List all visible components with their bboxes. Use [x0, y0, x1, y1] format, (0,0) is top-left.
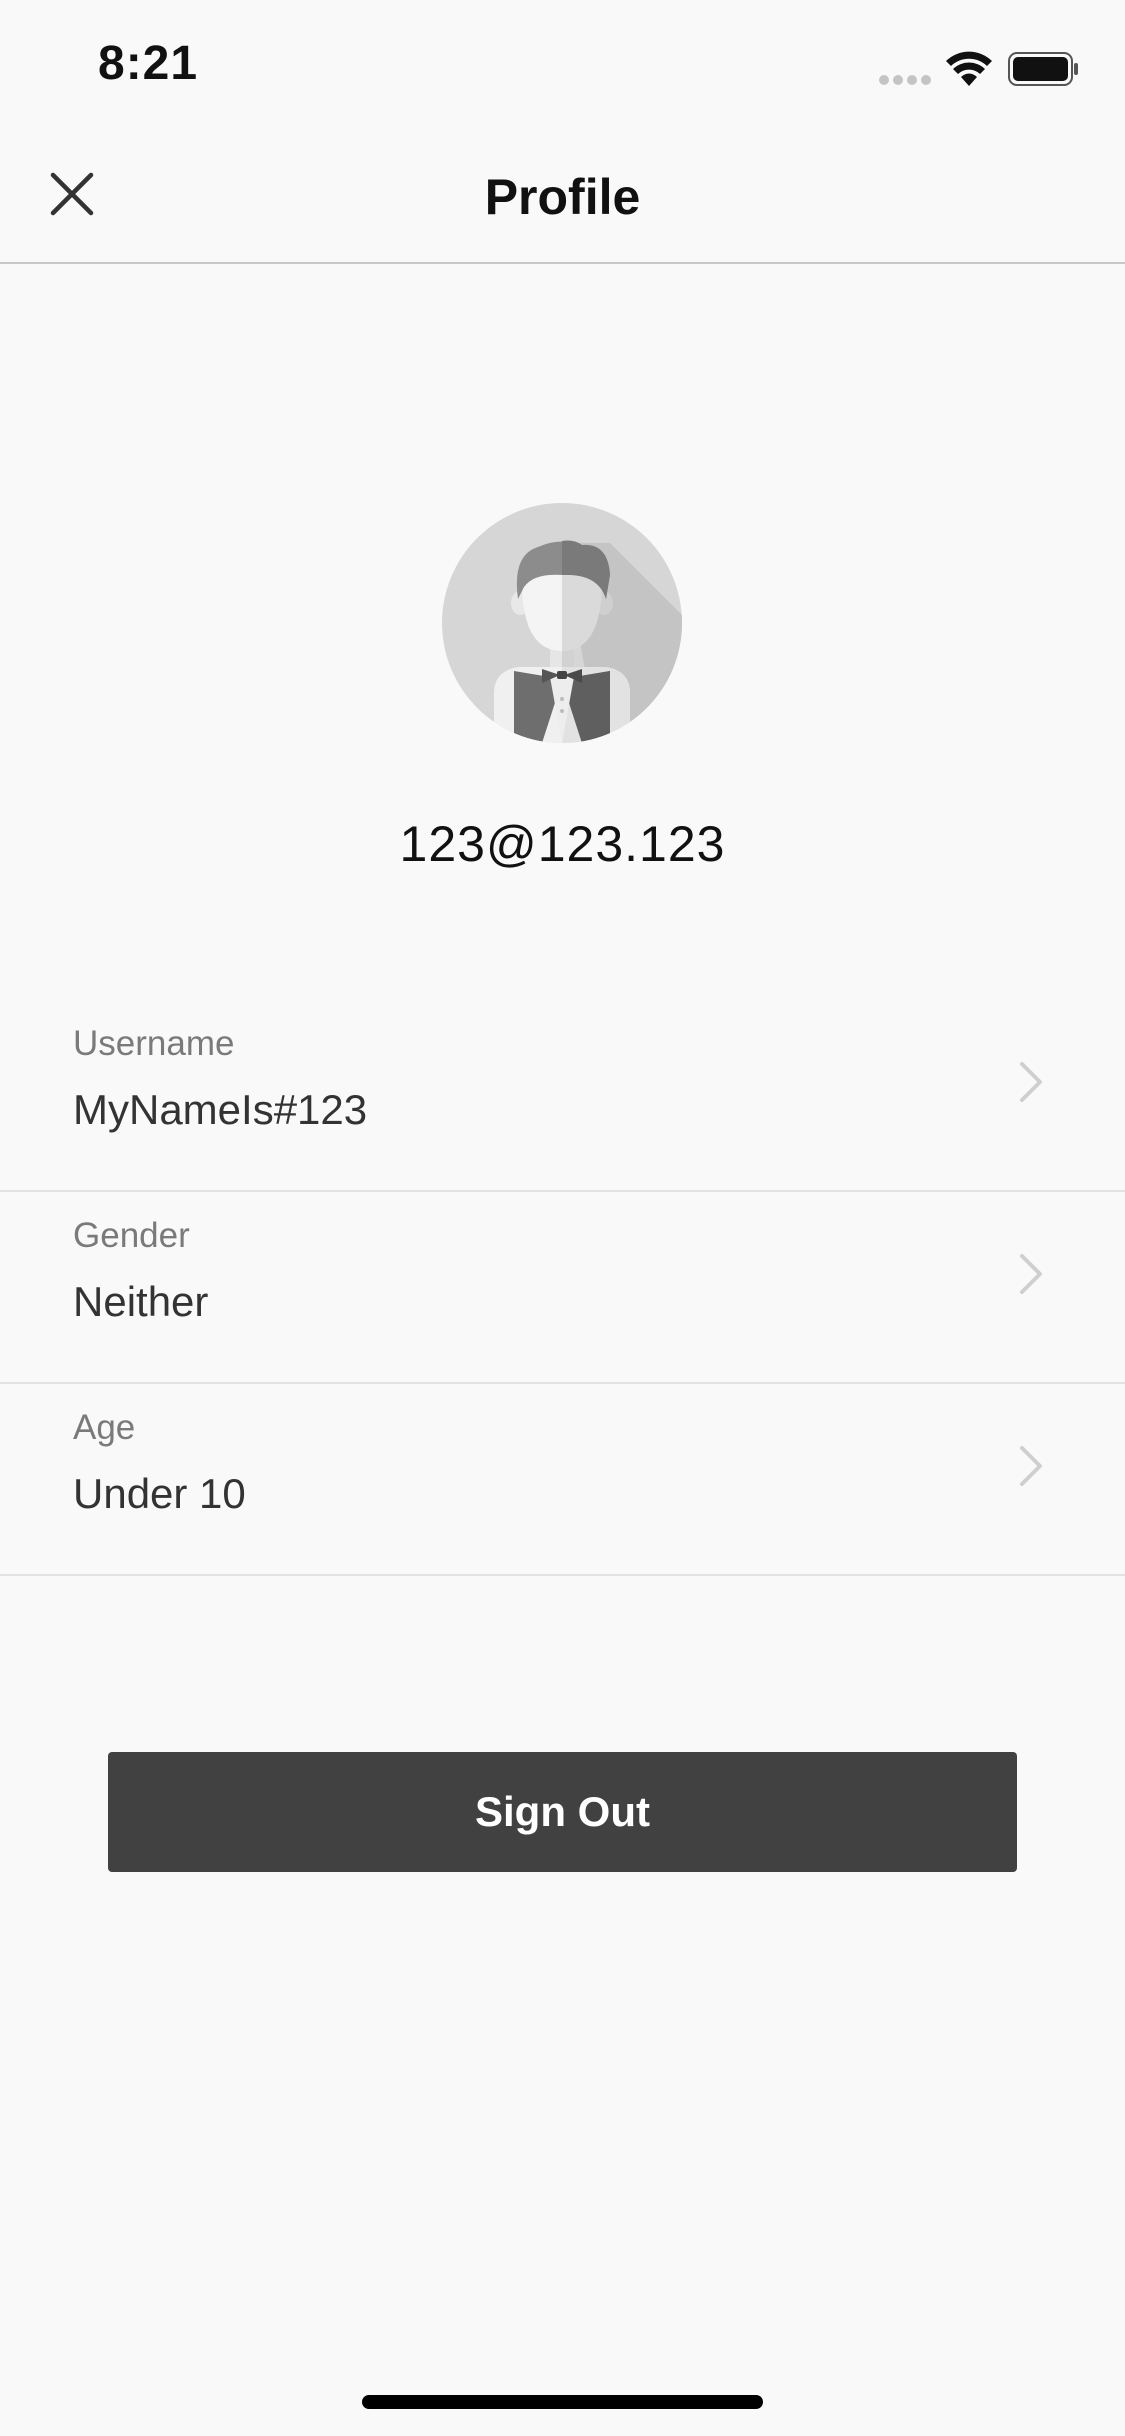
user-avatar-icon	[442, 503, 682, 743]
gender-value: Neither	[73, 1278, 209, 1325]
age-value: Under 10	[73, 1470, 246, 1517]
wifi-icon	[946, 51, 992, 86]
sign-out-button[interactable]: Sign Out	[108, 1752, 1017, 1872]
profile-fields: Username MyNameIs#123 Gender Neither Age…	[0, 1000, 1125, 1576]
age-row[interactable]: Age Under 10	[0, 1384, 1125, 1576]
battery-icon	[1008, 52, 1078, 86]
user-email: 123@123.123	[399, 816, 726, 872]
status-time: 8:21	[98, 37, 199, 90]
cellular-signal-icon	[879, 75, 931, 85]
page-title: Profile	[484, 169, 641, 225]
chevron-right-icon	[1020, 1446, 1042, 1486]
age-label: Age	[73, 1408, 136, 1447]
chevron-right-icon	[1020, 1062, 1042, 1102]
status-bar: 8:21	[0, 0, 1125, 132]
home-indicator[interactable]	[362, 2395, 763, 2409]
chevron-right-icon	[1020, 1254, 1042, 1294]
gender-row[interactable]: Gender Neither	[0, 1192, 1125, 1384]
username-row[interactable]: Username MyNameIs#123	[0, 1000, 1125, 1192]
gender-label: Gender	[73, 1216, 190, 1255]
navigation-bar: Profile	[0, 132, 1125, 264]
username-label: Username	[73, 1024, 235, 1063]
username-value: MyNameIs#123	[73, 1086, 368, 1133]
